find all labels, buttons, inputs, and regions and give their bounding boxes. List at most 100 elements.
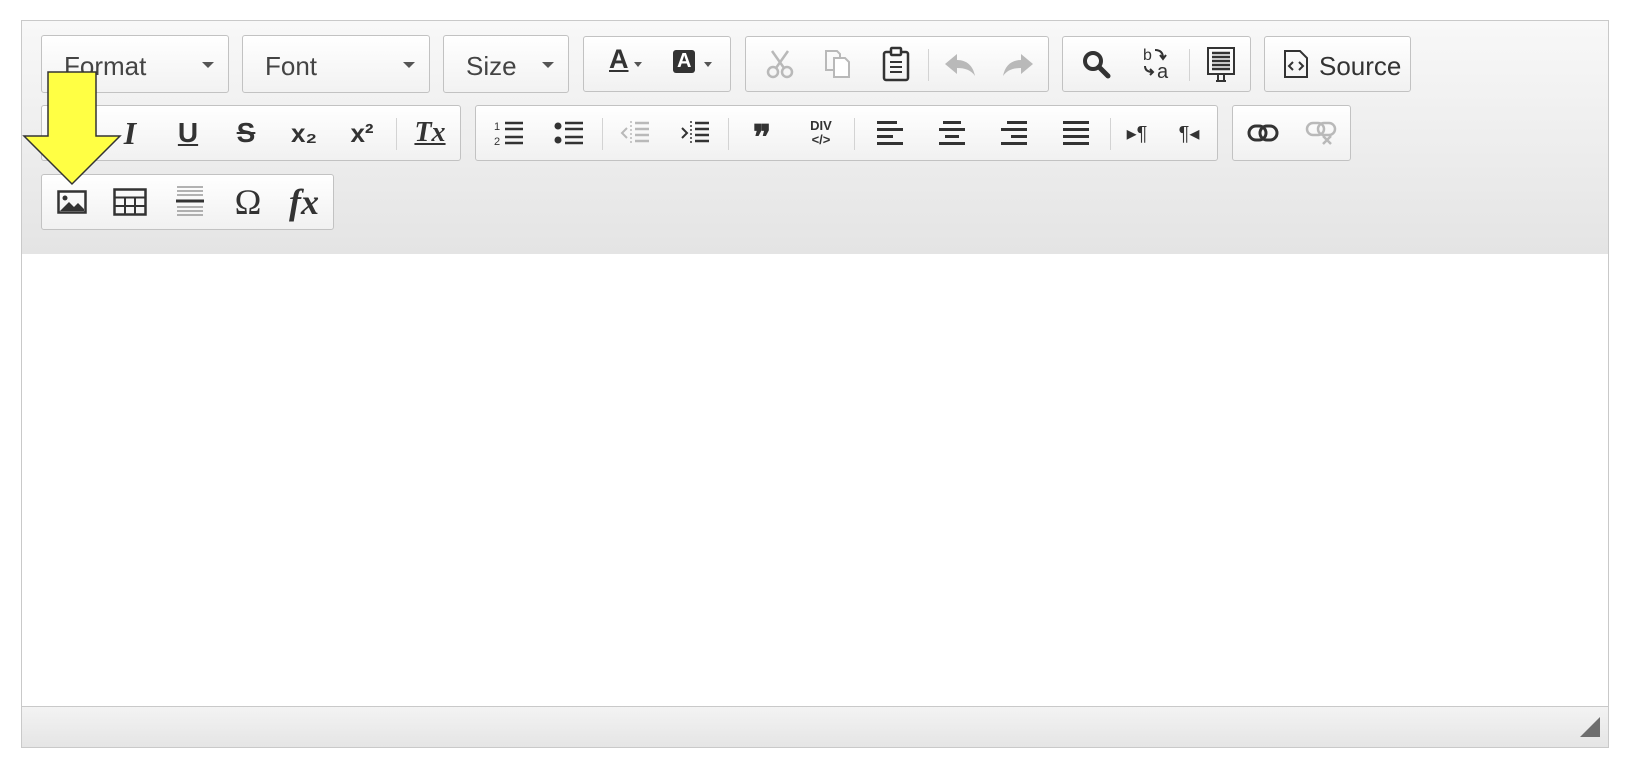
paragraph-group: 1 2 ❞ DIV </> ▸¶ ¶◂ [475, 105, 1218, 161]
link-button[interactable] [1235, 106, 1291, 160]
italic-icon: I [123, 114, 137, 151]
image-icon [57, 190, 87, 214]
outdent-button[interactable] [606, 106, 664, 160]
clipboard-group [745, 36, 1049, 92]
separator [1110, 118, 1111, 150]
editor-content-area[interactable] [22, 254, 1608, 706]
justify-icon [1063, 121, 1089, 145]
blockquote-button[interactable]: ❞ [732, 106, 790, 160]
align-right-button[interactable] [984, 106, 1044, 160]
find-replace-icon: b a [1143, 47, 1169, 82]
div-icon: DIV </> [810, 119, 832, 147]
svg-text:1: 1 [494, 121, 500, 133]
ltr-icon: ▸¶ [1126, 122, 1148, 145]
subscript-button[interactable]: x₂ [276, 106, 332, 160]
chevron-down-icon [403, 62, 415, 68]
bulleted-list-icon [554, 121, 583, 145]
ltr-direction-button[interactable]: ▸¶ [1112, 106, 1162, 160]
rich-text-editor: Format Font Size A A b a Source B I U S … [21, 20, 1609, 748]
copy-icon [825, 50, 850, 78]
paste-button[interactable] [868, 37, 924, 91]
basic-styles-group: B I U S x₂ x² Tx [41, 105, 461, 161]
special-character-button[interactable]: Ω [220, 175, 276, 229]
source-button[interactable]: Source [1265, 37, 1410, 91]
numbered-list-button[interactable]: 1 2 [480, 106, 538, 160]
superscript-button[interactable]: x² [334, 106, 390, 160]
link-icon [1247, 124, 1279, 142]
outdent-icon [620, 121, 649, 145]
underline-button[interactable]: U [160, 106, 216, 160]
align-left-icon [877, 121, 903, 145]
formula-icon: fx [289, 182, 319, 222]
strikethrough-button[interactable]: S [218, 106, 274, 160]
copy-button[interactable] [810, 37, 866, 91]
format-label: Format [64, 51, 147, 81]
color-group: A A [583, 36, 731, 92]
svg-text:b: b [1143, 47, 1152, 64]
separator [602, 118, 603, 150]
table-button[interactable] [102, 175, 158, 229]
source-label: Source [1319, 51, 1402, 81]
italic-button[interactable]: I [102, 106, 158, 160]
rtl-icon: ¶◂ [1178, 122, 1200, 145]
chevron-down-icon [202, 62, 214, 68]
editor-toolbar: Format Font Size A A b a Source B I U S … [22, 21, 1608, 255]
select-all-icon [1207, 47, 1235, 82]
replace-button[interactable]: b a [1127, 37, 1187, 91]
scissors-icon [766, 50, 794, 79]
bold-button[interactable]: B [44, 106, 100, 160]
bg-color-icon: A [673, 50, 696, 73]
redo-button[interactable] [990, 37, 1046, 91]
text-color-button[interactable]: A [590, 37, 656, 91]
image-button[interactable] [44, 175, 100, 229]
separator [728, 118, 729, 150]
editor-footer [22, 706, 1608, 747]
create-div-button[interactable]: DIV </> [792, 106, 850, 160]
separator [396, 118, 397, 150]
cut-button[interactable] [752, 37, 808, 91]
undo-icon [945, 54, 975, 76]
strikethrough-icon: S [236, 117, 256, 148]
size-dropdown[interactable]: Size [443, 35, 569, 93]
svg-text:2: 2 [494, 136, 500, 148]
justify-button[interactable] [1046, 106, 1106, 160]
horizontal-line-button[interactable] [162, 175, 218, 229]
source-group: Source [1264, 36, 1411, 92]
svg-text:a: a [1157, 61, 1169, 82]
remove-format-button[interactable]: Tx [402, 106, 458, 160]
font-dropdown[interactable]: Font [242, 35, 430, 93]
bulleted-list-button[interactable] [540, 106, 598, 160]
align-center-button[interactable] [922, 106, 982, 160]
format-dropdown[interactable]: Format [41, 35, 229, 93]
chevron-down-icon [634, 62, 642, 67]
numbered-list-icon: 1 2 [494, 121, 523, 148]
chevron-down-icon [542, 62, 554, 68]
find-button[interactable] [1067, 37, 1125, 91]
select-all-button[interactable] [1193, 37, 1249, 91]
paste-icon [882, 46, 910, 82]
separator [1189, 49, 1190, 81]
links-group [1232, 105, 1351, 161]
subscript-icon: x₂ [290, 117, 317, 148]
unlink-icon [1305, 121, 1337, 145]
font-label: Font [265, 51, 318, 81]
rtl-direction-button[interactable]: ¶◂ [1164, 106, 1214, 160]
redo-icon [1003, 54, 1033, 76]
horizontal-line-icon [176, 186, 204, 216]
align-left-button[interactable] [860, 106, 920, 160]
background-color-button[interactable]: A [660, 37, 726, 91]
blockquote-icon: ❞ [752, 120, 771, 157]
bold-icon: B [61, 117, 83, 148]
indent-button[interactable] [666, 106, 724, 160]
code-brackets-icon: </> [811, 132, 831, 147]
size-label: Size [466, 51, 517, 81]
undo-button[interactable] [932, 37, 988, 91]
text-color-icon: A [609, 44, 629, 74]
unlink-button[interactable] [1293, 106, 1349, 160]
search-icon [1083, 51, 1111, 79]
resize-handle-icon[interactable] [1580, 717, 1600, 737]
div-icon-label: DIV [810, 118, 832, 133]
superscript-icon: x² [350, 117, 374, 148]
formula-button[interactable]: fx [276, 175, 332, 229]
underline-icon: U [177, 117, 199, 148]
